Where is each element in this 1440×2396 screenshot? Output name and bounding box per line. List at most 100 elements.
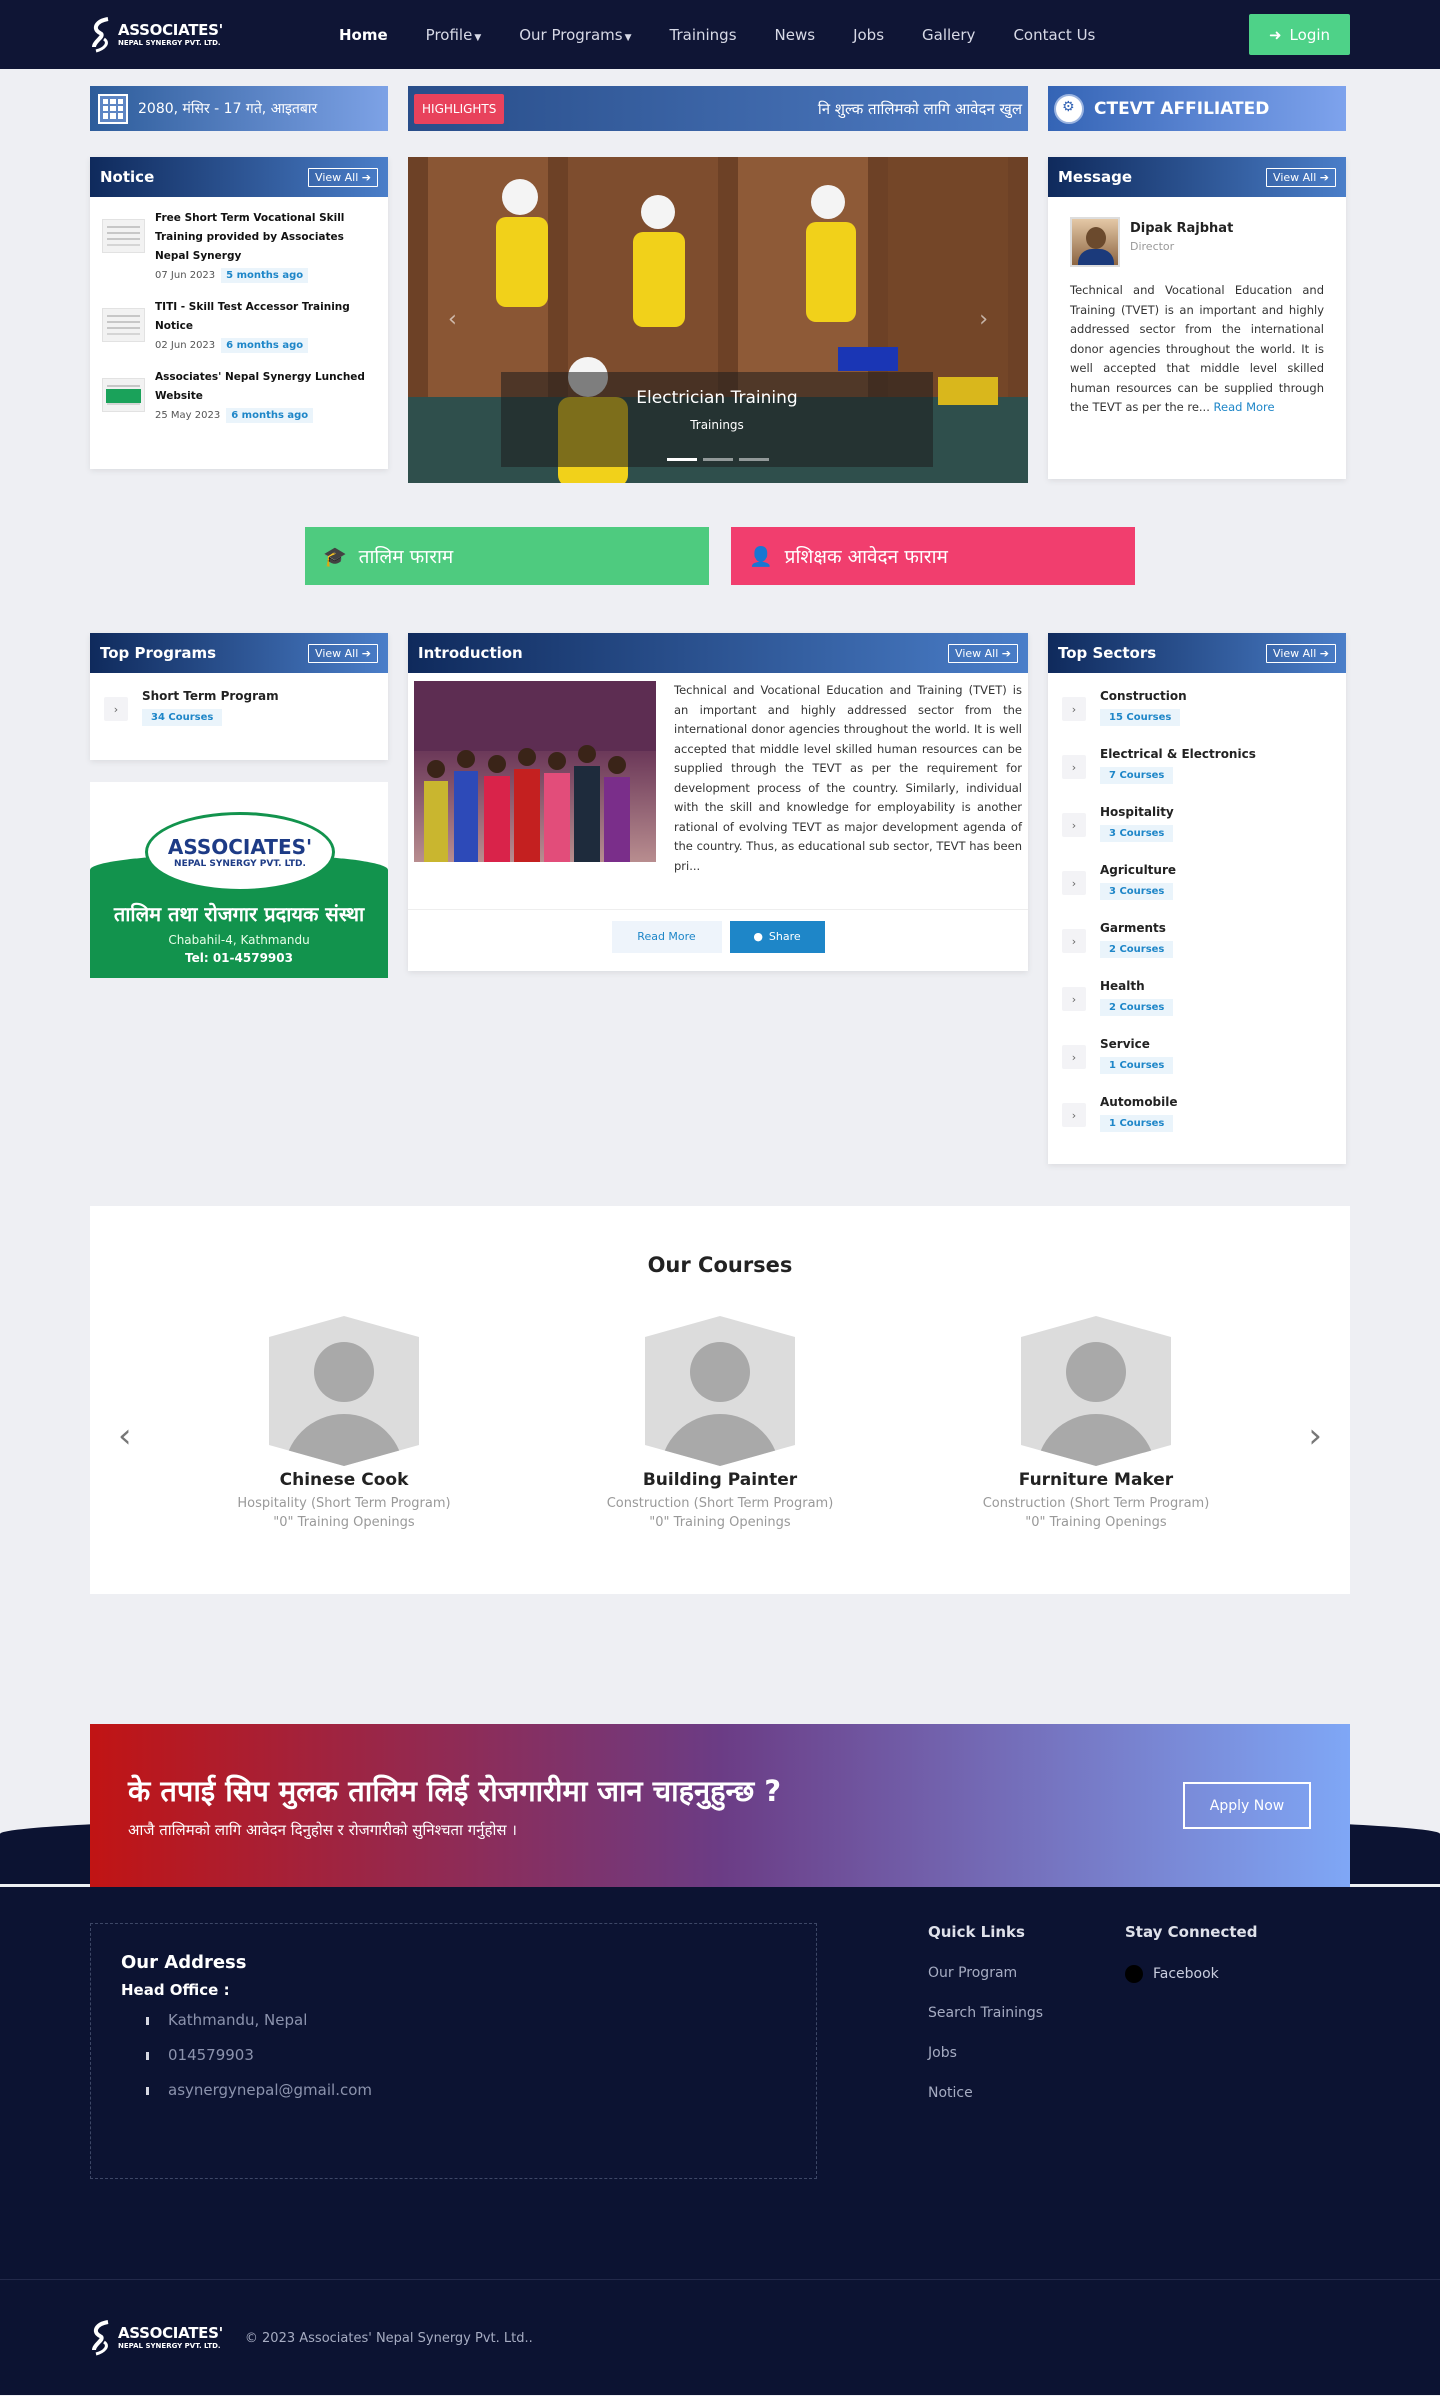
site-footer: Our Address Head Office : Kathmandu, Nep… (0, 1887, 1440, 2279)
introduction-card: Introduction View All ➔ Technical and Vo… (408, 633, 1028, 971)
nav-news[interactable]: News (756, 26, 835, 44)
slide-subtitle: Trainings (690, 418, 744, 432)
calendar-icon (98, 93, 128, 124)
nav-our-programs[interactable]: Our Programs ▼ (500, 26, 650, 44)
chevron-right-icon: › (1062, 697, 1086, 721)
main-menu: Home Profile ▼ Our Programs ▼ Trainings Ne… (320, 26, 1249, 44)
sector-item[interactable]: › Health 2 Courses (1062, 975, 1332, 1033)
sectors-view-all-button[interactable]: View All ➔ (1266, 643, 1336, 663)
caret-down-icon: ▼ (624, 32, 632, 43)
copyright-text: © 2023 Associates' Nepal Synergy Pvt. Lt… (244, 2330, 533, 2346)
courses-next-icon[interactable]: › (1308, 1416, 1322, 1456)
footer-bottom-bar: ASSOCIATES' NEPAL SYNERGY PVT. LTD. © 20… (0, 2279, 1440, 2395)
chevron-right-icon: › (1062, 755, 1086, 779)
banner-tagline: तालिम तथा रोजगार प्रदायक संस्था (113, 902, 365, 926)
notice-item[interactable]: TITI - Skill Test Accessor Training Noti… (102, 298, 376, 353)
site-logo[interactable]: ASSOCIATES' NEPAL SYNERGY PVT. LTD. (90, 15, 300, 55)
slider-indicators (408, 458, 1028, 461)
top-sectors-title: Top Sectors (1058, 644, 1157, 662)
slider-next-icon[interactable]: › (979, 307, 988, 332)
sector-item[interactable]: › Construction 15 Courses (1062, 685, 1332, 743)
intro-view-all-button[interactable]: View All ➔ (948, 643, 1018, 663)
login-button[interactable]: ➜ Login (1249, 14, 1350, 55)
sector-item[interactable]: › Electrical & Electronics 7 Courses (1062, 743, 1332, 801)
caret-down-icon: ▼ (474, 32, 482, 43)
course-card[interactable]: Chinese Cook Hospitality (Short Term Pro… (213, 1316, 475, 1530)
chevron-right-icon: › (104, 697, 128, 721)
notice-thumbnail (102, 378, 145, 412)
notice-view-all-button[interactable]: View All ➔ (308, 167, 378, 187)
director-name: Dipak Rajbhat (1130, 221, 1234, 236)
cta-subtext: आजै तालिमको लागि आवेदन दिनुहोस र रोजगारी… (128, 1821, 517, 1839)
slider-dot[interactable] (703, 458, 733, 461)
quick-link-jobs[interactable]: Jobs (928, 2045, 1125, 2061)
notice-item[interactable]: Free Short Term Vocational Skill Trainin… (102, 209, 376, 283)
current-date: 2080, मंसिर - 17 गते, आइतबार (138, 101, 318, 117)
highlights-text[interactable]: नि शुल्क तालिमको लागि आवेदन खुल (818, 99, 1022, 119)
read-more-button[interactable]: Read More (611, 920, 722, 953)
footer-logo[interactable]: ASSOCIATES' NEPAL SYNERGY PVT. LTD. (90, 2318, 223, 2358)
sector-item[interactable]: › Agriculture 3 Courses (1062, 859, 1332, 917)
nepali-date-bar: 2080, मंसिर - 17 गते, आइतबार (90, 86, 388, 131)
sector-item[interactable]: › Service 1 Courses (1062, 1033, 1332, 1091)
course-placeholder-icon (1021, 1316, 1171, 1466)
chevron-right-icon: › (1062, 987, 1086, 1011)
ctevt-affiliated-badge: CTEVT AFFILIATED (1048, 86, 1346, 131)
training-form-button[interactable]: 🎓 तालिम फाराम (305, 527, 709, 585)
nav-jobs[interactable]: Jobs (834, 26, 903, 44)
address-email[interactable]: asynergynepal@gmail.com (146, 2081, 786, 2099)
sector-item[interactable]: › Garments 2 Courses (1062, 917, 1332, 975)
notice-thumbnail (102, 308, 145, 342)
course-card[interactable]: Building Painter Construction (Short Ter… (589, 1316, 851, 1530)
chevron-right-icon: › (1062, 1045, 1086, 1069)
introduction-title: Introduction (418, 644, 523, 662)
nav-gallery[interactable]: Gallery (903, 26, 994, 44)
program-item[interactable]: › Short Term Program 34 Courses (104, 685, 374, 726)
slider-dot[interactable] (667, 458, 697, 461)
notice-title: Notice (100, 168, 155, 186)
banner-logo: ASSOCIATES' NEPAL SYNERGY PVT. LTD. (145, 812, 335, 892)
slide-title: Electrician Training (636, 388, 798, 408)
message-read-more-link[interactable]: Read More (1214, 400, 1275, 414)
share-button[interactable]: ● Share (729, 920, 825, 953)
nav-home[interactable]: Home (320, 26, 407, 44)
address-box: Our Address Head Office : Kathmandu, Nep… (90, 1923, 817, 2179)
address-title: Our Address (121, 1952, 247, 1973)
courses-prev-icon[interactable]: ‹ (118, 1416, 132, 1456)
course-card[interactable]: Furniture Maker Construction (Short Term… (965, 1316, 1227, 1530)
quick-links: Quick Links Our Program Search Trainings… (928, 1923, 1125, 2179)
organization-banner: ASSOCIATES' NEPAL SYNERGY PVT. LTD. तालि… (90, 782, 388, 978)
highlights-ticker: HIGHLIGHTS नि शुल्क तालिमको लागि आवेदन ख… (408, 86, 1028, 131)
director-avatar (1070, 217, 1120, 267)
apply-cta-banner: के तपाई सिप मुलक तालिम लिई रोजगारीमा जान… (90, 1724, 1350, 1887)
address-phone[interactable]: 014579903 (146, 2046, 786, 2064)
nav-trainings[interactable]: Trainings (651, 26, 756, 44)
hero-slider[interactable]: ‹ › Electrician Training Trainings (408, 157, 1028, 483)
our-courses-section: Our Courses ‹ › Chinese Cook Hospitality… (90, 1206, 1350, 1594)
highlights-tag: HIGHLIGHTS (414, 93, 505, 124)
message-card: Message View All ➔ Dipak Rajbhat Director… (1048, 157, 1346, 479)
chevron-right-icon: › (1062, 871, 1086, 895)
slider-prev-icon[interactable]: ‹ (448, 307, 457, 332)
facebook-link[interactable]: Facebook (1125, 1965, 1305, 1983)
nav-profile[interactable]: Profile ▼ (407, 26, 501, 44)
trainer-application-button[interactable]: 👤 प्रशिक्षक आवेदन फाराम (731, 527, 1135, 585)
nav-contact-us[interactable]: Contact Us (994, 26, 1114, 44)
apply-now-button[interactable]: Apply Now (1183, 1782, 1311, 1829)
stay-connected: Stay Connected Facebook (1125, 1923, 1305, 2179)
notice-item[interactable]: Associates' Nepal Synergy Lunched Websit… (102, 368, 376, 423)
slider-dot[interactable] (739, 458, 769, 461)
quick-link-notice[interactable]: Notice (928, 2085, 1125, 2101)
notice-card: Notice View All ➔ Free Short Term Vocatio… (90, 157, 388, 469)
sign-in-icon: ➜ (1268, 25, 1282, 44)
head-office-label: Head Office : (121, 1981, 230, 1999)
programs-view-all-button[interactable]: View All ➔ (308, 643, 378, 663)
message-view-all-button[interactable]: View All ➔ (1266, 167, 1336, 187)
sector-item[interactable]: › Hospitality 3 Courses (1062, 801, 1332, 859)
facebook-icon: ● (753, 930, 763, 943)
quick-link-search-trainings[interactable]: Search Trainings (928, 2005, 1125, 2021)
group-photo (414, 681, 656, 862)
top-sectors-card: Top Sectors View All ➔ › Construction 15 Co… (1048, 633, 1346, 1164)
quick-link-our-program[interactable]: Our Program (928, 1965, 1125, 1981)
sector-item[interactable]: › Automobile 1 Courses (1062, 1091, 1332, 1149)
